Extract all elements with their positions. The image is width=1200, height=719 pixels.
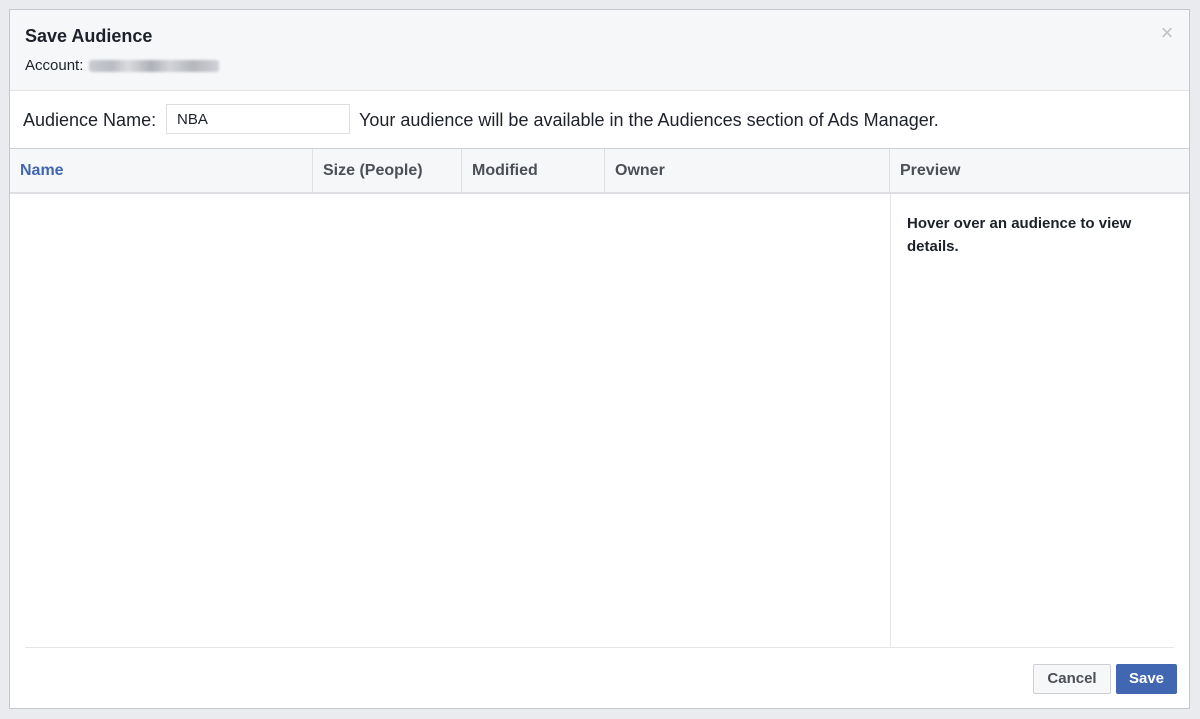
column-header-size[interactable]: Size (People)	[313, 149, 462, 192]
preview-pane: Hover over an audience to view details.	[890, 194, 1189, 647]
dialog-title: Save Audience	[25, 26, 153, 46]
save-button[interactable]: Save	[1116, 664, 1177, 694]
audience-name-label: Audience Name:	[23, 110, 157, 130]
audience-table-header: Name Size (People) Modified Owner Previe…	[10, 149, 1189, 194]
audience-table-body[interactable]	[10, 194, 890, 647]
cancel-button[interactable]: Cancel	[1033, 664, 1111, 694]
column-header-preview: Preview	[900, 162, 961, 179]
account-row: Account:	[25, 57, 220, 74]
footer-divider	[25, 647, 1174, 648]
preview-placeholder: Hover over an audience to view details.	[907, 215, 1132, 255]
audience-name-row: Audience Name: Your audience will be ava…	[10, 91, 1189, 149]
account-label: Account:	[25, 57, 84, 74]
audience-name-input[interactable]	[166, 104, 350, 134]
audience-availability-note: Your audience will be available in the A…	[359, 110, 939, 130]
column-header-owner[interactable]: Owner	[605, 149, 890, 192]
column-header-modified[interactable]: Modified	[462, 149, 605, 192]
dialog-header: Save Audience Account: ×	[10, 10, 1189, 91]
account-name-redacted	[89, 59, 220, 72]
column-header-name[interactable]: Name	[10, 149, 313, 192]
save-audience-dialog: Save Audience Account: × Audience Name: …	[9, 9, 1190, 709]
close-icon[interactable]: ×	[1158, 22, 1176, 44]
